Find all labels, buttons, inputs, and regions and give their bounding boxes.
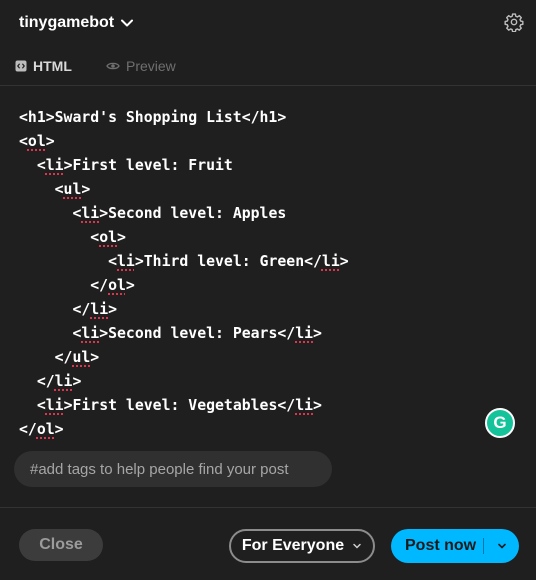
code-line: </ul> — [19, 349, 100, 366]
code-line: <ol> — [19, 133, 55, 150]
code-line: <h1>Sward's Shopping List</h1> — [19, 109, 287, 126]
code-line: </li> — [19, 373, 82, 390]
editor-tabs: HTML Preview — [0, 50, 536, 86]
tab-html-label: HTML — [33, 58, 72, 74]
code-line: </ol> — [19, 421, 64, 438]
post-now-button[interactable]: Post now — [391, 529, 519, 563]
audience-label: For Everyone — [241, 537, 345, 554]
post-now-label[interactable]: Post now — [391, 537, 483, 555]
eye-icon — [106, 62, 120, 70]
editor-footer: Close For Everyone Post now — [0, 507, 536, 580]
code-line: <ol> — [19, 229, 126, 246]
code-line: <li>First level: Vegetables</li> — [19, 397, 322, 414]
grammarly-icon: G — [493, 413, 507, 432]
code-line: </li> — [19, 301, 118, 318]
chevron-down-icon — [121, 19, 134, 27]
post-options-button[interactable] — [484, 529, 519, 563]
editor-header: tinygamebot — [0, 0, 536, 44]
code-line: <li>Second level: Pears</li> — [19, 325, 322, 342]
close-button[interactable]: Close — [19, 529, 103, 561]
close-button-label: Close — [39, 536, 83, 553]
code-line: <li>Third level: Green</li> — [19, 253, 349, 270]
code-line: </ol> — [19, 277, 135, 294]
chevron-down-icon — [353, 543, 361, 549]
tab-html[interactable]: HTML — [15, 58, 72, 74]
gear-icon[interactable] — [504, 12, 524, 32]
blog-selector[interactable]: tinygamebot — [19, 12, 134, 34]
code-line: <ul> — [19, 181, 91, 198]
tab-preview[interactable]: Preview — [106, 58, 176, 74]
audience-dropdown[interactable]: For Everyone — [229, 529, 375, 563]
code-icon — [15, 60, 27, 72]
html-code-editor[interactable]: <h1>Sward's Shopping List</h1> <ol> <li>F… — [19, 106, 519, 442]
tab-preview-label: Preview — [126, 58, 176, 74]
code-line: <li>Second level: Apples — [19, 205, 287, 222]
grammarly-button[interactable]: G — [485, 408, 515, 438]
blog-name-label: tinygamebot — [19, 14, 115, 31]
code-line: <li>First level: Fruit — [19, 157, 233, 174]
chevron-down-icon — [497, 543, 506, 549]
post-editor: tinygamebot HTML Preview <h1>Sward's Sho… — [0, 0, 536, 580]
tags-input[interactable] — [14, 451, 332, 487]
